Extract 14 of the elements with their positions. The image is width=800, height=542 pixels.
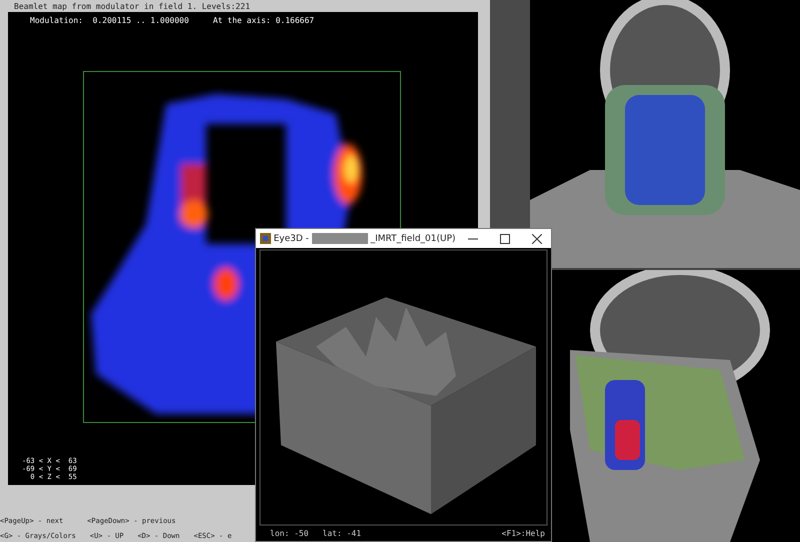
high-intensity-region <box>214 268 238 300</box>
app-icon <box>260 233 271 244</box>
longitude-readout: lon: -50 <box>270 528 309 538</box>
close-icon <box>532 234 542 244</box>
window-title: Beamlet map from modulator in field 1. Levels:221 <box>13 1 252 12</box>
axis-value: At the axis: 0.166667 <box>212 16 314 25</box>
modulation-range: Modulation: 0.200115 .. 1.000000 <box>30 16 189 25</box>
latitude-readout: lat: -41 <box>322 528 362 538</box>
maximize-icon <box>500 234 510 244</box>
redaction-bar <box>312 233 368 244</box>
window-title: Eye3D - <box>274 234 309 244</box>
window-title: _IMRT_field_01(UP) <box>370 234 456 244</box>
peak-intensity-region <box>344 155 358 183</box>
help-hint: <F1>:Help <box>502 528 545 538</box>
